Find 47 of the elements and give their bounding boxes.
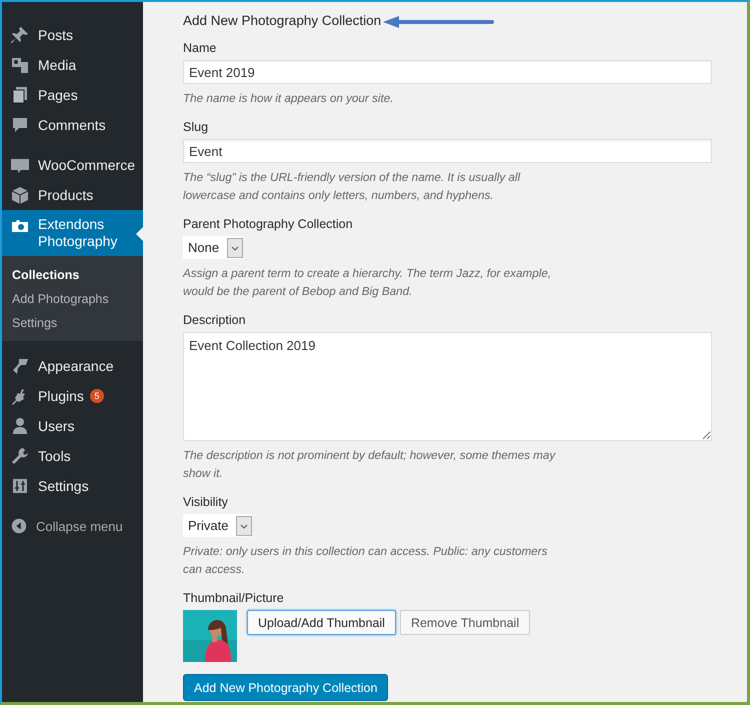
- form-title: Add New Photography Collection: [183, 12, 382, 28]
- field-description: Assign a parent term to create a hierarchy. The term Jazz, for example, would be the parent of Bebop and Big Band.: [183, 266, 552, 300]
- field-description: The “slug” is the URL-friendly version of the name. It is usually all lowercase and contains only letters, numbers, and hyphens.: [183, 170, 522, 204]
- menu-item[interactable]: Products: [2, 180, 143, 210]
- field-description: The description is not prominent by default; however, some themes may show it.: [183, 448, 557, 482]
- field-label: Slug: [183, 120, 210, 134]
- text-field[interactable]: Event 2019: [183, 60, 712, 84]
- field-description: Private: only users in this collection can access. Public: any customers can access.: [183, 544, 548, 578]
- dropdown[interactable]: None: [183, 236, 244, 259]
- menu-item[interactable]: Plugins 5: [2, 381, 143, 411]
- field-label: Name: [183, 41, 218, 55]
- update-count-badge: 5: [90, 389, 104, 403]
- field-label: Description: [183, 313, 247, 327]
- field-label: Parent Photography Collection: [183, 217, 354, 231]
- menu-item[interactable]: Posts: [2, 20, 143, 50]
- text-field[interactable]: Event: [183, 139, 712, 163]
- menu-item[interactable]: Pages: [2, 80, 143, 110]
- submenu-item[interactable]: Settings: [2, 311, 143, 335]
- caret-icon: [236, 516, 252, 536]
- field-label: Visibility: [183, 495, 229, 509]
- dropdown[interactable]: Private: [183, 514, 252, 537]
- menu-item[interactable]: Comments: [2, 110, 143, 140]
- thumbnail-button[interactable]: Remove Thumbnail: [400, 610, 530, 635]
- collapse-icon: [10, 517, 28, 535]
- field-label: Thumbnail/Picture: [183, 591, 285, 605]
- pin-icon: [10, 25, 30, 45]
- user-icon: [10, 416, 30, 436]
- media-icon: [10, 55, 30, 75]
- submit-button[interactable]: Add New Photography Collection: [183, 674, 388, 701]
- settings-icon: [10, 476, 30, 496]
- field-description: The name is how it appears on your site.: [183, 91, 394, 107]
- description-field[interactable]: Event Collection 2019: [183, 332, 712, 441]
- menu-item[interactable]: WooCommerce: [2, 150, 143, 180]
- submenu-item[interactable]: Collections: [2, 263, 143, 287]
- submenu-item[interactable]: Add Photographs: [2, 287, 143, 311]
- menu-item[interactable]: Appearance: [2, 351, 143, 381]
- wrench-icon: [10, 446, 30, 466]
- menu-item[interactable]: Settings: [2, 471, 143, 501]
- box-icon: [10, 185, 30, 205]
- menu-item[interactable]: Media: [2, 50, 143, 80]
- comment-icon: [10, 115, 30, 135]
- thumbnail-button[interactable]: Upload/Add Thumbnail: [247, 610, 396, 635]
- collapse-menu-button[interactable]: Collapse menu: [2, 511, 143, 541]
- menu-item[interactable]: Users: [2, 411, 143, 441]
- menu-item[interactable]: Tools: [2, 441, 143, 471]
- menu-item[interactable]: Extendons Photography: [2, 210, 143, 256]
- caret-icon: [227, 238, 244, 258]
